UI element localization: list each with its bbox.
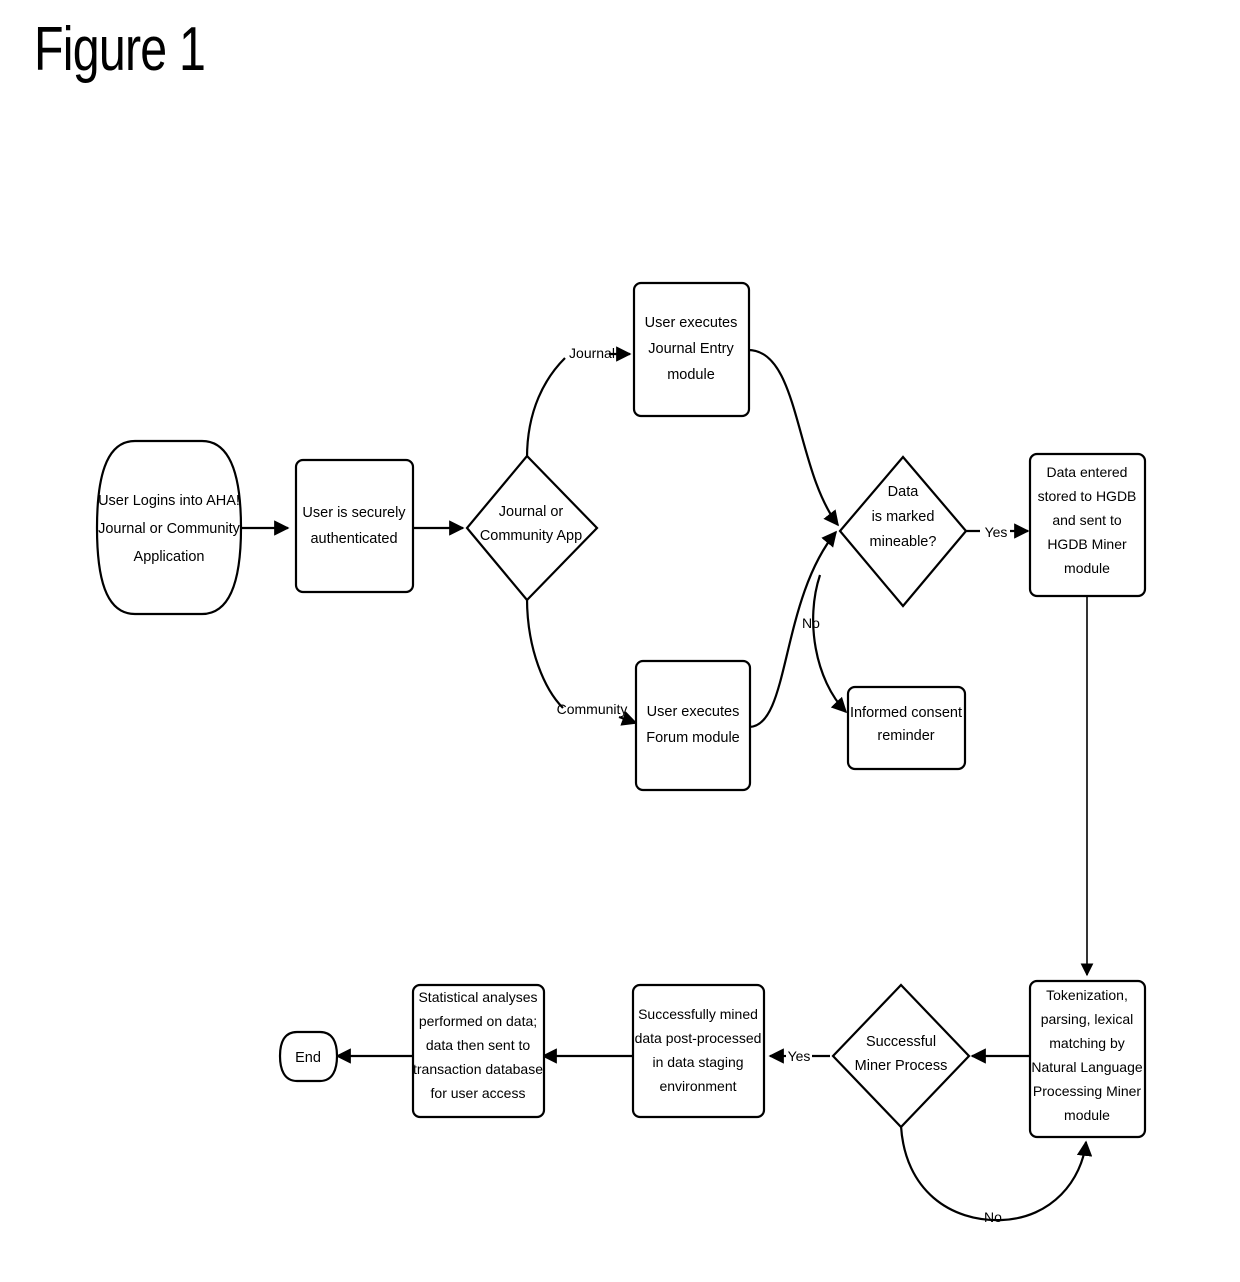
node-journal-entry[interactable]: User executes Journal Entry module xyxy=(632,281,751,418)
node-consent[interactable]: Informed consent reminder xyxy=(846,685,967,771)
forum-line-2: Forum module xyxy=(646,730,739,746)
node-appchoice[interactable]: Journal or Community App xyxy=(465,454,599,602)
flowchart-canvas: Journal Community Yes No Yes No User Log… xyxy=(95,281,1147,1225)
hgdb-line-2: stored to HGDB xyxy=(1038,488,1137,504)
postprocess-line-1: Successfully mined xyxy=(638,1006,758,1022)
node-start[interactable]: User Logins into AHA! Journal or Communi… xyxy=(95,439,243,616)
node-hgdb[interactable]: Data entered stored to HGDB and sent to … xyxy=(1028,452,1147,598)
consent-line-2: reminder xyxy=(877,728,934,744)
stats-line-4: transaction database xyxy=(413,1061,543,1077)
hgdb-line-3: and sent to xyxy=(1052,512,1121,528)
minersuccess-line-2: Miner Process xyxy=(855,1058,948,1074)
node-forum[interactable]: User executes Forum module xyxy=(634,659,752,792)
edge-label-mineable-yes: Yes xyxy=(985,524,1008,540)
edge-appchoice-to-journal-curve xyxy=(525,357,566,459)
start-line-2: Journal or Community xyxy=(98,521,241,537)
nlp-line-3: matching by xyxy=(1049,1035,1124,1051)
node-stats[interactable]: Statistical analyses performed on data; … xyxy=(411,983,546,1119)
edge-journal-entry-to-mineable xyxy=(747,348,839,527)
auth-line-2: authenticated xyxy=(310,531,397,547)
edge-mineable-no xyxy=(812,574,848,714)
postprocess-line-4: environment xyxy=(659,1078,736,1094)
edge-label-layer: Journal Community Yes No Yes No xyxy=(557,345,1008,1225)
node-minersuccess[interactable]: Successful Miner Process xyxy=(831,983,971,1129)
start-line-1: User Logins into AHA! xyxy=(98,493,240,509)
nlp-line-1: Tokenization, xyxy=(1046,987,1128,1003)
journal-entry-line-3: module xyxy=(667,367,715,383)
postprocess-shape xyxy=(631,983,766,1119)
nlp-line-4: Natural Language xyxy=(1031,1059,1143,1075)
node-end[interactable]: End xyxy=(278,1030,339,1083)
hgdb-line-1: Data entered xyxy=(1047,464,1128,480)
node-auth[interactable]: User is securely authenticated xyxy=(294,458,415,594)
edge-label-miner-yes: Yes xyxy=(788,1048,811,1064)
edge-label-miner-no: No xyxy=(984,1209,1002,1225)
node-mineable[interactable]: Data is marked mineable? xyxy=(838,455,968,608)
postprocess-line-3: in data staging xyxy=(652,1054,743,1070)
mineable-line-3: mineable? xyxy=(870,534,937,550)
journal-entry-line-2: Journal Entry xyxy=(648,341,734,357)
consent-line-1: Informed consent xyxy=(850,705,962,721)
start-line-3: Application xyxy=(134,549,205,565)
edge-label-journal: Journal xyxy=(569,345,615,361)
minersuccess-shape xyxy=(831,983,971,1129)
edge-appchoice-to-community-curve xyxy=(525,597,564,709)
appchoice-line-2: Community App xyxy=(480,528,582,544)
stats-line-5: for user access xyxy=(431,1085,526,1101)
minersuccess-line-1: Successful xyxy=(866,1034,936,1050)
node-postprocess[interactable]: Successfully mined data post-processed i… xyxy=(631,983,766,1119)
postprocess-line-2: data post-processed xyxy=(635,1030,762,1046)
edge-forum-to-mineable xyxy=(748,530,837,729)
mineable-line-2: is marked xyxy=(872,509,935,525)
appchoice-line-1: Journal or xyxy=(499,504,564,520)
edge-label-mineable-no: No xyxy=(802,615,820,631)
hgdb-line-4: HGDB Miner xyxy=(1047,536,1127,552)
nlp-line-5: Processing Miner xyxy=(1033,1083,1141,1099)
stats-line-2: performed on data; xyxy=(419,1013,537,1029)
nlp-line-6: module xyxy=(1064,1107,1110,1123)
edge-minersuccess-no-loop xyxy=(899,1125,1093,1222)
nlp-line-2: parsing, lexical xyxy=(1041,1011,1134,1027)
node-nlp[interactable]: Tokenization, parsing, lexical matching … xyxy=(1028,979,1147,1139)
journal-entry-line-1: User executes xyxy=(645,315,738,331)
auth-shape xyxy=(294,458,415,594)
edge-label-community: Community xyxy=(557,701,628,717)
stats-line-1: Statistical analyses xyxy=(418,989,537,1005)
mineable-line-1: Data xyxy=(888,484,920,500)
forum-line-1: User executes xyxy=(647,704,740,720)
hgdb-line-5: module xyxy=(1064,560,1110,576)
mineable-shape xyxy=(838,455,968,608)
stats-line-3: data then sent to xyxy=(426,1037,531,1053)
auth-line-1: User is securely xyxy=(302,505,406,521)
end-label: End xyxy=(295,1050,321,1066)
forum-shape xyxy=(634,659,752,792)
edge-community-arrow xyxy=(618,711,638,726)
